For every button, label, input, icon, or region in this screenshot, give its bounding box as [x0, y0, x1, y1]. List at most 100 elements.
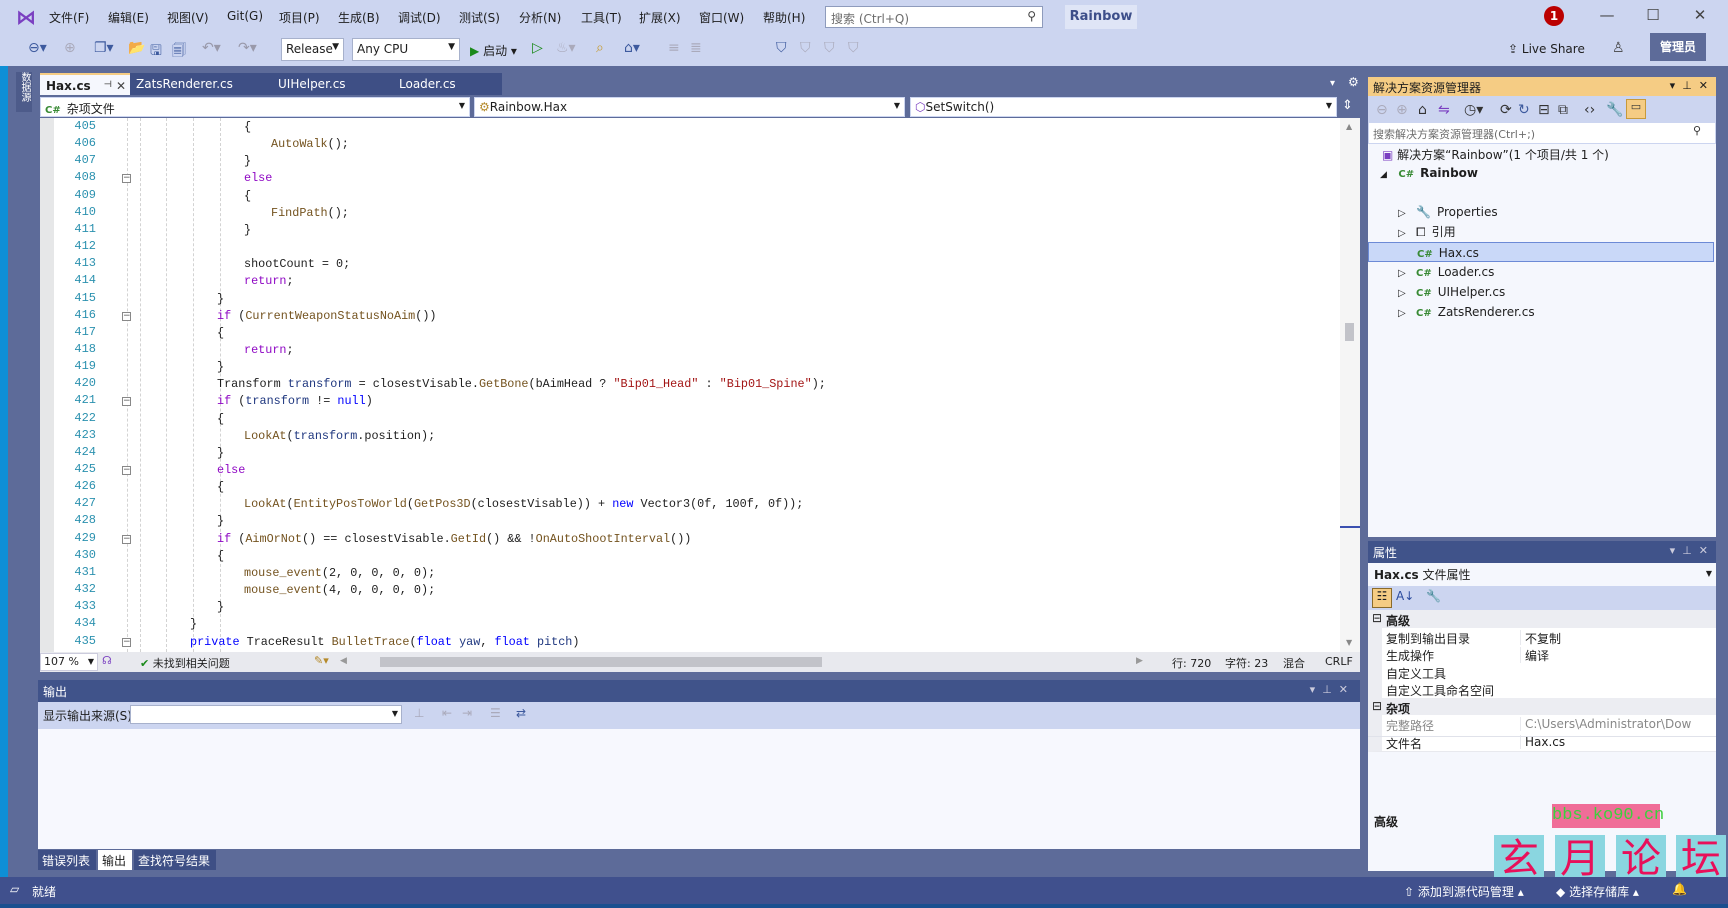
- menu-item[interactable]: 分析(N): [519, 9, 561, 26]
- menu-item[interactable]: 调试(D): [398, 9, 441, 26]
- collapse-icon[interactable]: −: [122, 311, 131, 321]
- dropdown-icon[interactable]: ▾: [1310, 683, 1316, 696]
- home-icon[interactable]: ⌂: [1418, 102, 1427, 118]
- property-row[interactable]: 复制到输出目录 不复制: [1368, 627, 1716, 647]
- search-input[interactable]: 搜索 (Ctrl+Q) ⚲: [825, 6, 1043, 28]
- close-icon[interactable]: ✕: [1699, 544, 1708, 557]
- scroll-down-icon[interactable]: ▼: [1346, 638, 1352, 647]
- forward-icon[interactable]: ⊕: [64, 40, 76, 56]
- feedback-icon[interactable]: ♙: [1612, 40, 1625, 56]
- pin-icon[interactable]: ⊥: [1682, 79, 1692, 92]
- bottom-tab[interactable]: 输出: [98, 850, 132, 870]
- collapse-icon[interactable]: −: [122, 397, 131, 407]
- back-icon[interactable]: ⊖: [1376, 102, 1388, 118]
- sync-icon[interactable]: ⟳: [1500, 102, 1512, 118]
- minimize-button[interactable]: —: [1592, 6, 1622, 24]
- next-bookmark-icon[interactable]: ⛉: [824, 40, 835, 56]
- close-icon[interactable]: ✕: [1339, 683, 1348, 696]
- menu-item[interactable]: 工具(T): [581, 9, 622, 26]
- alphabetical-icon[interactable]: A↓: [1396, 589, 1414, 603]
- tab-uihelper-cs[interactable]: UIHelper.cs: [272, 73, 393, 95]
- bookmark-icon[interactable]: ⛉: [776, 40, 787, 56]
- properties-wrench-icon[interactable]: 🔧: [1606, 102, 1623, 118]
- prev-bookmark-icon[interactable]: ⛉: [800, 40, 811, 56]
- project-dropdown[interactable]: C# 杂项文件 ▼: [40, 97, 470, 117]
- bottom-tab[interactable]: 查找符号结果: [134, 850, 216, 870]
- menu-item[interactable]: 编辑(E): [108, 9, 149, 26]
- expand-icon[interactable]: ▷: [1398, 304, 1416, 324]
- expanded-icon[interactable]: ◢: [1380, 170, 1387, 180]
- menu-item[interactable]: 视图(V): [167, 9, 209, 26]
- find-in-files-icon[interactable]: ⌕: [596, 40, 604, 56]
- menu-item[interactable]: 测试(S): [459, 9, 500, 26]
- find-message-icon[interactable]: ⊥: [414, 706, 424, 720]
- uncomment-icon[interactable]: ≣: [690, 40, 702, 56]
- tree-item[interactable]: ▷ 🔧 Properties: [1398, 202, 1498, 222]
- collapse-all-icon[interactable]: ⊟: [1538, 102, 1550, 118]
- output-content[interactable]: [38, 729, 1360, 849]
- property-category[interactable]: ⊟ 高级: [1368, 610, 1716, 629]
- start-without-debugging-icon[interactable]: ▷: [532, 40, 543, 56]
- expand-icon[interactable]: ▷: [1398, 204, 1416, 224]
- menu-item[interactable]: 帮助(H): [763, 9, 805, 26]
- configuration-dropdown[interactable]: Release ▼: [281, 38, 344, 61]
- preview-selected-icon[interactable]: ▭: [1626, 99, 1646, 119]
- new-project-icon[interactable]: ❐▾: [94, 40, 114, 56]
- scroll-right-icon[interactable]: ▶: [1136, 656, 1143, 666]
- pin-icon[interactable]: ⊥: [1682, 544, 1692, 557]
- menu-item[interactable]: Git(G): [227, 9, 263, 23]
- tree-item[interactable]: ▷ C# Loader.cs: [1398, 262, 1494, 282]
- categorized-icon[interactable]: ☷: [1372, 588, 1392, 608]
- tree-item[interactable]: ▷ C# ZatsRenderer.cs: [1398, 302, 1535, 322]
- word-wrap-icon[interactable]: ⇄: [516, 706, 526, 720]
- pending-changes-icon[interactable]: ◷▾: [1464, 102, 1483, 118]
- dropdown-icon[interactable]: ▾: [1670, 79, 1676, 92]
- comment-icon[interactable]: ≡: [668, 40, 680, 56]
- solution-node[interactable]: ▣ 解决方案“Rainbow”(1 个项目/共 1 个): [1382, 145, 1609, 165]
- menu-item[interactable]: 文件(F): [49, 9, 89, 26]
- save-all-icon[interactable]: 🗐: [172, 40, 186, 64]
- property-category[interactable]: ⊟ 杂项: [1368, 697, 1716, 717]
- platform-dropdown[interactable]: Any CPU ▼: [352, 38, 460, 61]
- collapse-icon[interactable]: −: [122, 174, 131, 184]
- select-repository-button[interactable]: ◆ 选择存储库 ▴: [1556, 883, 1639, 900]
- admin-button[interactable]: 管理员: [1650, 33, 1706, 61]
- menu-item[interactable]: 项目(P): [279, 9, 320, 26]
- tree-item[interactable]: ▷ ⧠ 引用: [1398, 222, 1456, 242]
- tab-overflow-icon[interactable]: ▾: [1330, 78, 1335, 89]
- forward-icon[interactable]: ⊕: [1396, 102, 1408, 118]
- dropdown-icon[interactable]: ▾: [1670, 544, 1676, 557]
- maximize-button[interactable]: ☐: [1638, 6, 1668, 24]
- collapse-icon[interactable]: −: [122, 637, 131, 647]
- scroll-up-icon[interactable]: ▲: [1346, 122, 1352, 131]
- intellicode-icon[interactable]: ☊: [102, 654, 112, 667]
- view-code-icon[interactable]: ‹›: [1584, 102, 1595, 118]
- bottom-tab[interactable]: 错误列表: [38, 850, 96, 870]
- property-row[interactable]: 自定义工具命名空间: [1368, 680, 1716, 699]
- vertical-scrollbar[interactable]: ▲ ▼: [1340, 118, 1360, 652]
- properties-object-selector[interactable]: Hax.cs 文件属性 ▼: [1374, 566, 1714, 583]
- gear-icon[interactable]: ⚙: [1348, 75, 1359, 89]
- menu-item[interactable]: 窗口(W): [699, 9, 744, 26]
- pin-tab-icon[interactable]: ⊣: [104, 80, 112, 90]
- switch-views-icon[interactable]: ⇋: [1438, 102, 1450, 118]
- collapse-icon[interactable]: −: [122, 534, 131, 544]
- live-share-button[interactable]: ⇪ Live Share: [1508, 42, 1585, 56]
- output-source-dropdown[interactable]: ▼: [130, 705, 402, 724]
- tree-item[interactable]: ▷ C# UIHelper.cs: [1398, 282, 1505, 302]
- property-pages-icon[interactable]: 🔧: [1426, 589, 1441, 603]
- expand-icon[interactable]: ▷: [1398, 224, 1416, 244]
- project-node[interactable]: ◢ C# Rainbow: [1380, 163, 1478, 183]
- redo-icon[interactable]: ↷▾: [238, 40, 257, 56]
- show-all-files-icon[interactable]: ⧉: [1558, 102, 1568, 118]
- collapse-icon[interactable]: ⊟: [1372, 699, 1382, 713]
- undo-icon[interactable]: ↶▾: [202, 40, 221, 56]
- open-file-icon[interactable]: 📂: [128, 40, 145, 56]
- expand-icon[interactable]: ▷: [1398, 284, 1416, 304]
- layout-icon[interactable]: ⌂▾: [624, 40, 640, 56]
- property-row[interactable]: 生成操作 编译: [1368, 645, 1716, 664]
- tab-hax-cs[interactable]: Hax.cs ⊣ ✕: [40, 73, 130, 95]
- data-sources-side-tab[interactable]: 数据源: [16, 72, 32, 112]
- whitespace-mode[interactable]: 混合: [1283, 655, 1305, 671]
- split-window-icon[interactable]: ⇕: [1342, 98, 1353, 113]
